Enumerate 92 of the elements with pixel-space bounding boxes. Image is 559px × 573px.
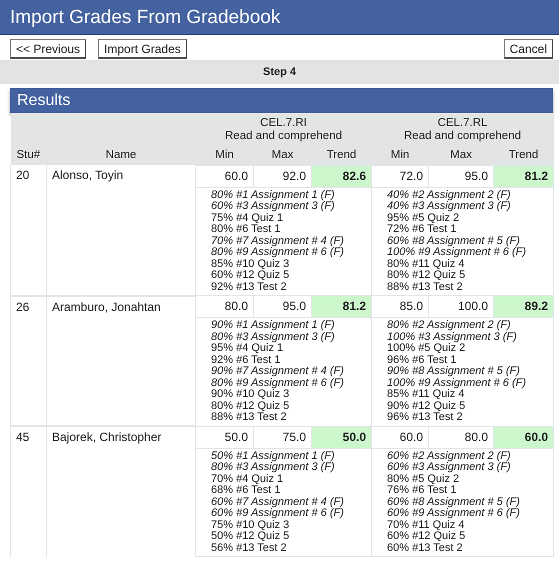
- grade-detail: 40% #3 Assignment 3 (F): [387, 201, 512, 212]
- grade-detail: 90% #10 Quiz 3: [211, 389, 290, 400]
- min-score: 50.0: [196, 426, 254, 448]
- grade-detail: 100% #9 Assignment # 6 (F): [387, 247, 527, 258]
- trend-cell: 50.0: [312, 426, 372, 448]
- student-name: Aramburo, Jonahtan: [52, 300, 161, 314]
- import-grades-button[interactable]: Import Grades: [98, 39, 187, 59]
- grade-detail: 95% #5 Quiz 2: [387, 212, 460, 224]
- grade-detail: 80% #5 Quiz 2: [387, 474, 460, 484]
- grade-detail: 80% #9 Assignment # 6 (F): [211, 378, 345, 389]
- grade-detail: 100% #5 Quiz 2: [387, 343, 466, 354]
- standard-description: Read and comprehend: [404, 130, 521, 143]
- grade-detail: 60% #2 Assignment 2 (F): [387, 450, 512, 462]
- grade-detail: 70% #4 Quiz 1: [211, 474, 284, 484]
- grade-detail: 88% #13 Test 2: [211, 412, 288, 424]
- student-number: 20: [16, 168, 30, 182]
- grade-detail: 90% #12 Quiz 5: [387, 400, 466, 412]
- cancel-button[interactable]: Cancel: [504, 39, 553, 59]
- grade-detail: 60% #12 Quiz 5: [211, 270, 290, 282]
- trend-cell: 82.6: [312, 165, 372, 187]
- column-header: Name: [106, 149, 136, 161]
- standard-code: CEL.7.RL: [438, 117, 488, 130]
- grade-detail: 60% #8 Assignment # 5 (F): [387, 496, 521, 508]
- grade-detail: 60% #3 Assignment 3 (F): [211, 201, 336, 212]
- grade-detail: 60% #7 Assignment # 4 (F): [211, 496, 345, 508]
- column-header: Trend: [326, 148, 356, 160]
- min-score: 72.0: [372, 165, 428, 187]
- grade-detail: 50% #12 Quiz 5: [211, 531, 290, 542]
- column-header: Trend: [508, 148, 538, 160]
- grade-detail: 70% #7 Assignment # 4 (F): [211, 236, 345, 247]
- grade-detail: 75% #4 Quiz 1: [211, 212, 284, 224]
- grade-detail: 96% #13 Test 2: [387, 412, 464, 424]
- grade-detail: 60% #9 Assignment # 6 (F): [211, 508, 345, 520]
- grade-detail: 90% #8 Assignment # 5 (F): [387, 366, 521, 378]
- min-score: 85.0: [372, 296, 428, 318]
- grade-detail: 56% #13 Test 2: [211, 542, 288, 554]
- trend-cell: 81.2: [312, 296, 372, 318]
- grade-detail: 85% #10 Quiz 3: [211, 258, 290, 270]
- previous-button[interactable]: << Previous: [10, 39, 86, 59]
- grade-detail: 80% #12 Quiz 5: [211, 400, 290, 412]
- grade-detail: 60% #3 Assignment 3 (F): [387, 462, 512, 474]
- max-score: 95.0: [428, 165, 494, 187]
- max-score: 92.0: [254, 165, 312, 187]
- grade-detail: 92% #13 Test 2: [211, 282, 288, 293]
- grade-detail: 90% #1 Assignment 1 (F): [211, 320, 336, 332]
- grade-detail: 60% #12 Quiz 5: [387, 531, 466, 542]
- grade-detail: 92% #6 Test 1: [211, 354, 282, 366]
- trend-cell: 81.2: [494, 165, 554, 187]
- grade-detail: 80% #12 Quiz 5: [387, 270, 466, 282]
- grade-detail: 100% #9 Assignment # 6 (F): [387, 378, 527, 389]
- results-header: Results: [10, 88, 553, 113]
- grade-detail: 60% #8 Assignment # 5 (F): [387, 236, 521, 247]
- window-title: Import Grades From Gradebook: [0, 0, 559, 35]
- column-header: Max: [272, 148, 294, 160]
- student-name: Alonso, Toyin: [52, 168, 124, 182]
- column-header: Max: [450, 148, 472, 160]
- min-score: 60.0: [196, 165, 254, 187]
- standard-code: CEL.7.RI: [260, 117, 307, 130]
- grade-detail: 60% #13 Test 2: [387, 542, 464, 554]
- grade-detail: 40% #2 Assignment 2 (F): [387, 190, 512, 201]
- grade-detail: 80% #3 Assignment 3 (F): [211, 462, 336, 474]
- column-header: Stu#: [16, 149, 40, 161]
- trend-cell: 89.2: [494, 296, 554, 318]
- trend-cell: 60.0: [494, 426, 554, 448]
- min-score: 80.0: [196, 296, 254, 318]
- grade-detail: 80% #1 Assignment 1 (F): [211, 190, 336, 201]
- grade-detail: 50% #1 Assignment 1 (F): [211, 450, 336, 462]
- grade-detail: 95% #4 Quiz 1: [211, 343, 284, 354]
- grade-detail: 70% #11 Quiz 4: [387, 520, 466, 530]
- standard-description: Read and comprehend: [225, 130, 342, 143]
- student-number: 45: [16, 430, 30, 444]
- grade-detail: 80% #9 Assignment # 6 (F): [211, 247, 345, 258]
- grade-detail: 80% #11 Quiz 4: [387, 258, 466, 270]
- grade-detail: 96% #6 Test 1: [387, 354, 458, 366]
- grade-detail: 90% #7 Assignment # 4 (F): [211, 366, 345, 378]
- column-header: Min: [215, 148, 234, 160]
- min-score: 60.0: [372, 426, 428, 448]
- grade-detail: 80% #2 Assignment 2 (F): [387, 320, 512, 332]
- grade-detail: 68% #6 Test 1: [211, 485, 282, 496]
- grade-detail: 88% #13 Test 2: [387, 282, 464, 293]
- grade-detail: 85% #11 Quiz 4: [387, 389, 464, 400]
- grade-detail: 76% #6 Test 1: [387, 485, 458, 496]
- grade-detail: 72% #6 Test 1: [387, 224, 458, 236]
- column-header: Min: [390, 148, 410, 160]
- grade-detail: 80% #6 Test 1: [211, 224, 282, 236]
- student-number: 26: [16, 300, 30, 314]
- step-label: Step 4: [0, 60, 559, 84]
- grade-detail: 80% #3 Assignment 3 (F): [211, 332, 336, 343]
- student-name: Bajorek, Christopher: [52, 430, 162, 444]
- grade-detail: 60% #9 Assignment # 6 (F): [387, 508, 521, 520]
- grade-detail: 75% #10 Quiz 3: [211, 520, 290, 530]
- grade-detail: 100% #3 Assignment 3 (F): [387, 332, 518, 343]
